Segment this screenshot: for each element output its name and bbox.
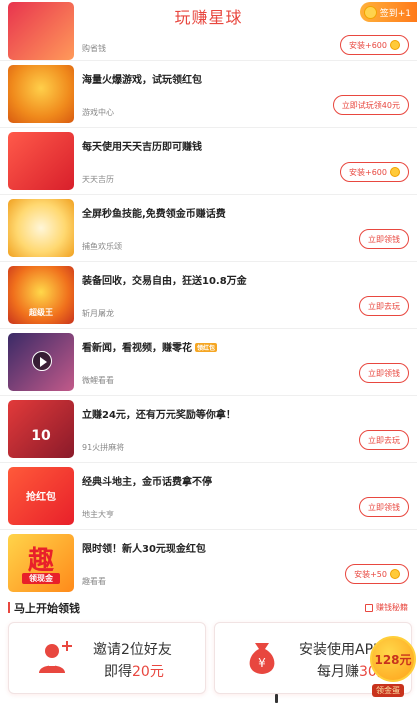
coin-icon bbox=[390, 569, 400, 579]
install-button[interactable]: 安装+600 bbox=[340, 35, 409, 55]
play-now-button[interactable]: 立即去玩 bbox=[359, 296, 409, 316]
app-thumbnail: 超级王 bbox=[8, 266, 74, 324]
button-label: 立即领钱 bbox=[368, 234, 400, 244]
list-item[interactable]: 趣 领现金 限时领！新人30元现金红包 趣看看 安装+50 bbox=[0, 530, 417, 597]
card-line2-prefix: 即得 bbox=[104, 664, 132, 680]
app-thumbnail: 趣 领现金 bbox=[8, 534, 74, 592]
app-name: 斩月屠龙 bbox=[82, 309, 114, 318]
task-title: 立赚24元，还有万元奖励等你拿！ bbox=[82, 410, 236, 421]
card-line1: 邀请2位好友 bbox=[93, 642, 172, 658]
list-item[interactable]: 10 立赚24元，还有万元奖励等你拿！ 91火拼麻将 立即去玩 bbox=[0, 396, 417, 463]
try-play-button[interactable]: 立即试玩领40元 bbox=[332, 95, 409, 115]
play-icon bbox=[32, 351, 52, 371]
list-item[interactable]: 超级王 装备回收，交易自由，狂送10.8万金 斩月屠龙 立即去玩 bbox=[0, 262, 417, 329]
card-amount: 20元 bbox=[132, 664, 164, 680]
list-item[interactable]: 看新闻，看视频，赚零花 领红包 微鲤看看 立即领钱 bbox=[0, 329, 417, 396]
checkin-label: 签到+1 bbox=[379, 8, 411, 19]
thumbnail-label: 抢红包 bbox=[26, 492, 56, 503]
money-tips-link[interactable]: 赚钱秘籍 bbox=[365, 602, 408, 613]
task-title: 每天使用天天吉历即可赚钱 bbox=[82, 142, 202, 153]
svg-text:¥: ¥ bbox=[258, 656, 266, 670]
claim-money-button[interactable]: 立即领钱 bbox=[359, 229, 409, 249]
add-user-icon bbox=[39, 641, 72, 673]
section-title: 马上开始领钱 bbox=[14, 602, 80, 615]
button-label: 立即领钱 bbox=[368, 368, 400, 378]
list-item[interactable]: 海量火爆游戏，试玩领红包 游戏中心 立即试玩领40元 bbox=[0, 61, 417, 128]
coin-icon bbox=[390, 167, 400, 177]
app-name: 捕鱼欢乐颂 bbox=[82, 242, 122, 251]
task-title-text: 看新闻，看视频，赚零花 bbox=[82, 343, 192, 354]
button-label: 安装+600 bbox=[349, 167, 387, 177]
task-title: 全屏秒鱼技能,免费领金币赚话费 bbox=[82, 209, 226, 220]
app-thumbnail: 10 bbox=[8, 400, 74, 458]
app-thumbnail bbox=[8, 199, 74, 257]
section-accent-bar bbox=[8, 602, 10, 613]
button-label: 安装+600 bbox=[349, 40, 387, 50]
task-title: 经典斗地主，金币话费拿不停 bbox=[82, 477, 212, 488]
red-packet-badge: 领红包 bbox=[195, 343, 218, 352]
button-label: 安装+50 bbox=[354, 569, 387, 579]
task-title: 装备回收，交易自由，狂送10.8万金 bbox=[82, 276, 247, 287]
checkin-button[interactable]: 签到+1 bbox=[359, 2, 417, 22]
list-item[interactable]: 全屏秒鱼技能,免费领金币赚话费 捕鱼欢乐颂 立即领钱 bbox=[0, 195, 417, 262]
scroll-indicator bbox=[275, 694, 278, 703]
button-label: 立即试玩领40元 bbox=[341, 100, 400, 110]
money-bag-icon: ¥ bbox=[249, 643, 275, 674]
task-title: 限时领！新人30元现金红包 bbox=[82, 544, 206, 555]
coin-icon bbox=[390, 40, 400, 50]
golden-egg-float-button[interactable]: 128元 领金蛋 bbox=[362, 636, 417, 703]
app-thumbnail bbox=[8, 2, 74, 60]
coin-icon bbox=[363, 5, 377, 19]
thumbnail-label: 超级王 bbox=[29, 308, 53, 317]
app-thumbnail bbox=[8, 132, 74, 190]
list-item[interactable]: 购省钱 安装+600 bbox=[0, 2, 417, 61]
card-line2: 即得20元 bbox=[104, 661, 164, 681]
app-name: 趣看看 bbox=[82, 577, 106, 586]
button-label: 立即去玩 bbox=[368, 435, 400, 445]
task-title: 看新闻，看视频，赚零花 领红包 bbox=[82, 339, 218, 354]
app-name: 地主大亨 bbox=[82, 510, 114, 519]
app-thumbnail bbox=[8, 65, 74, 123]
list-item[interactable]: 抢红包 经典斗地主，金币话费拿不停 地主大亨 立即领钱 bbox=[0, 463, 417, 530]
reward-amount: 128元 bbox=[370, 636, 416, 682]
card-line2-prefix: 每月赚 bbox=[317, 664, 359, 680]
task-title: 海量火爆游戏，试玩领红包 bbox=[82, 75, 202, 86]
button-label: 立即去玩 bbox=[368, 301, 400, 311]
link-label: 赚钱秘籍 bbox=[376, 603, 408, 612]
install-button[interactable]: 安装+600 bbox=[340, 162, 409, 182]
thumbnail-logo-text: 趣 bbox=[27, 546, 54, 576]
app-name: 微鲤看看 bbox=[82, 376, 114, 385]
play-now-button[interactable]: 立即去玩 bbox=[359, 430, 409, 450]
claim-money-button[interactable]: 立即领钱 bbox=[359, 497, 409, 517]
app-thumbnail bbox=[8, 333, 74, 391]
invite-friends-card[interactable]: 邀请2位好友 即得20元 bbox=[8, 622, 206, 694]
app-name: 91火拼麻将 bbox=[82, 443, 125, 452]
app-thumbnail: 抢红包 bbox=[8, 467, 74, 525]
button-label: 立即领钱 bbox=[368, 502, 400, 512]
claim-money-button[interactable]: 立即领钱 bbox=[359, 363, 409, 383]
task-list: 购省钱 安装+600 海量火爆游戏，试玩领红包 游戏中心 立即试玩领40元 每天… bbox=[0, 2, 417, 597]
app-name: 购省钱 bbox=[82, 44, 106, 53]
section-header: 马上开始领钱 赚钱秘籍 bbox=[0, 594, 417, 622]
book-icon bbox=[365, 603, 373, 612]
app-name: 天天吉历 bbox=[82, 175, 114, 184]
promo-cards: 邀请2位好友 即得20元 ¥ 安装使用APP 每月赚30元 bbox=[0, 622, 417, 703]
install-button[interactable]: 安装+50 bbox=[345, 564, 409, 584]
thumbnail-label: 10 bbox=[31, 428, 51, 444]
thumbnail-label: 领现金 bbox=[22, 573, 60, 584]
app-name: 游戏中心 bbox=[82, 108, 114, 117]
golden-egg-label: 领金蛋 bbox=[372, 684, 404, 697]
list-item[interactable]: 每天使用天天吉历即可赚钱 天天吉历 安装+600 bbox=[0, 128, 417, 195]
